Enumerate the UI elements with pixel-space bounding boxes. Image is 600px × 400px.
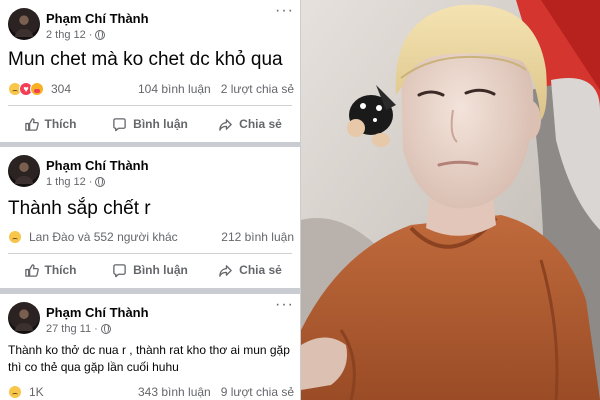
author-name[interactable]: Phạm Chí Thành bbox=[46, 305, 149, 320]
post-text: Thành ko thở dc nua r , thành rat kho th… bbox=[8, 343, 290, 374]
post-text: Mun chet mà ko chet dc khỏ qua bbox=[8, 49, 283, 70]
care-reaction-icon bbox=[30, 82, 44, 96]
profile-photo bbox=[301, 0, 600, 400]
like-label: Thích bbox=[44, 117, 77, 131]
comment-count[interactable]: 104 bình luận bbox=[138, 82, 211, 96]
like-button[interactable]: Thích bbox=[0, 110, 100, 138]
post-stats: ♥ 304 104 bình luận 2 lượt chia sẻ bbox=[8, 80, 294, 98]
post-date[interactable]: 2 thg 12 bbox=[46, 29, 86, 41]
post-stats: 1K 343 bình luận 9 lượt chia sẻ bbox=[8, 383, 294, 400]
share-arrow-icon bbox=[219, 118, 232, 131]
reaction-icons[interactable] bbox=[8, 230, 22, 244]
share-arrow-icon bbox=[219, 264, 232, 277]
divider bbox=[8, 105, 292, 106]
post-meta: 2 thg 12 · bbox=[46, 29, 106, 41]
globe-icon bbox=[100, 324, 111, 334]
avatar[interactable] bbox=[8, 8, 40, 40]
reaction-count[interactable]: Lan Đào và 552 người khác bbox=[29, 230, 178, 244]
globe-icon bbox=[95, 177, 106, 187]
comment-button[interactable]: Bình luận bbox=[100, 256, 200, 284]
share-label: Chia sẻ bbox=[239, 263, 282, 277]
avatar[interactable] bbox=[8, 302, 40, 334]
post-text: Thành sắp chết r bbox=[8, 198, 151, 219]
share-button[interactable]: Chia sẻ bbox=[200, 256, 300, 284]
post-meta: 27 thg 11 · bbox=[46, 323, 111, 335]
comment-bubble-icon bbox=[113, 263, 126, 277]
post-stats: Lan Đào và 552 người khác 212 bình luận bbox=[8, 228, 294, 246]
more-options-icon[interactable]: ··· bbox=[275, 297, 294, 313]
thumbs-up-icon bbox=[24, 263, 39, 277]
divider bbox=[8, 253, 292, 254]
reaction-count[interactable]: 304 bbox=[51, 82, 71, 96]
reaction-icons[interactable] bbox=[8, 385, 22, 399]
post-date[interactable]: 27 thg 11 bbox=[46, 323, 91, 335]
reaction-count[interactable]: 1K bbox=[29, 385, 44, 399]
comment-label: Bình luận bbox=[133, 117, 188, 131]
author-name[interactable]: Phạm Chí Thành bbox=[46, 158, 149, 173]
post-card: Phạm Chí Thành 2 thg 12 · ··· Mun chet m… bbox=[0, 0, 300, 142]
thumbs-up-icon bbox=[24, 117, 39, 131]
comment-bubble-icon bbox=[113, 117, 126, 131]
like-button[interactable]: Thích bbox=[0, 256, 100, 284]
post-card: Phạm Chí Thành 27 thg 11 · ··· Thành ko … bbox=[0, 294, 300, 400]
avatar[interactable] bbox=[8, 155, 40, 187]
share-count[interactable]: 2 lượt chia sẻ bbox=[221, 82, 294, 96]
portrait-image bbox=[301, 0, 600, 400]
post-actions: Thích Bình luận Chia sẻ bbox=[0, 110, 300, 138]
comment-label: Bình luận bbox=[133, 263, 188, 277]
facebook-feed: Phạm Chí Thành 2 thg 12 · ··· Mun chet m… bbox=[0, 0, 300, 400]
like-label: Thích bbox=[44, 263, 77, 277]
sad-reaction-icon bbox=[8, 230, 22, 244]
post-actions: Thích Bình luận Chia sẻ bbox=[0, 256, 300, 284]
sad-reaction-icon bbox=[8, 385, 22, 399]
post-meta: 1 thg 12 · bbox=[46, 176, 106, 188]
share-count[interactable]: 9 lượt chia sẻ bbox=[221, 385, 294, 399]
comment-count[interactable]: 212 bình luận bbox=[221, 230, 294, 244]
share-label: Chia sẻ bbox=[239, 117, 282, 131]
share-button[interactable]: Chia sẻ bbox=[200, 110, 300, 138]
comment-button[interactable]: Bình luận bbox=[100, 110, 200, 138]
reaction-icons[interactable]: ♥ bbox=[8, 82, 44, 96]
author-name[interactable]: Phạm Chí Thành bbox=[46, 11, 149, 26]
post-date[interactable]: 1 thg 12 bbox=[46, 176, 86, 188]
more-options-icon[interactable]: ··· bbox=[275, 3, 294, 19]
post-card: Phạm Chí Thành 1 thg 12 · Thành sắp chết… bbox=[0, 147, 300, 288]
globe-icon bbox=[95, 30, 106, 40]
comment-count[interactable]: 343 bình luận bbox=[138, 385, 211, 399]
